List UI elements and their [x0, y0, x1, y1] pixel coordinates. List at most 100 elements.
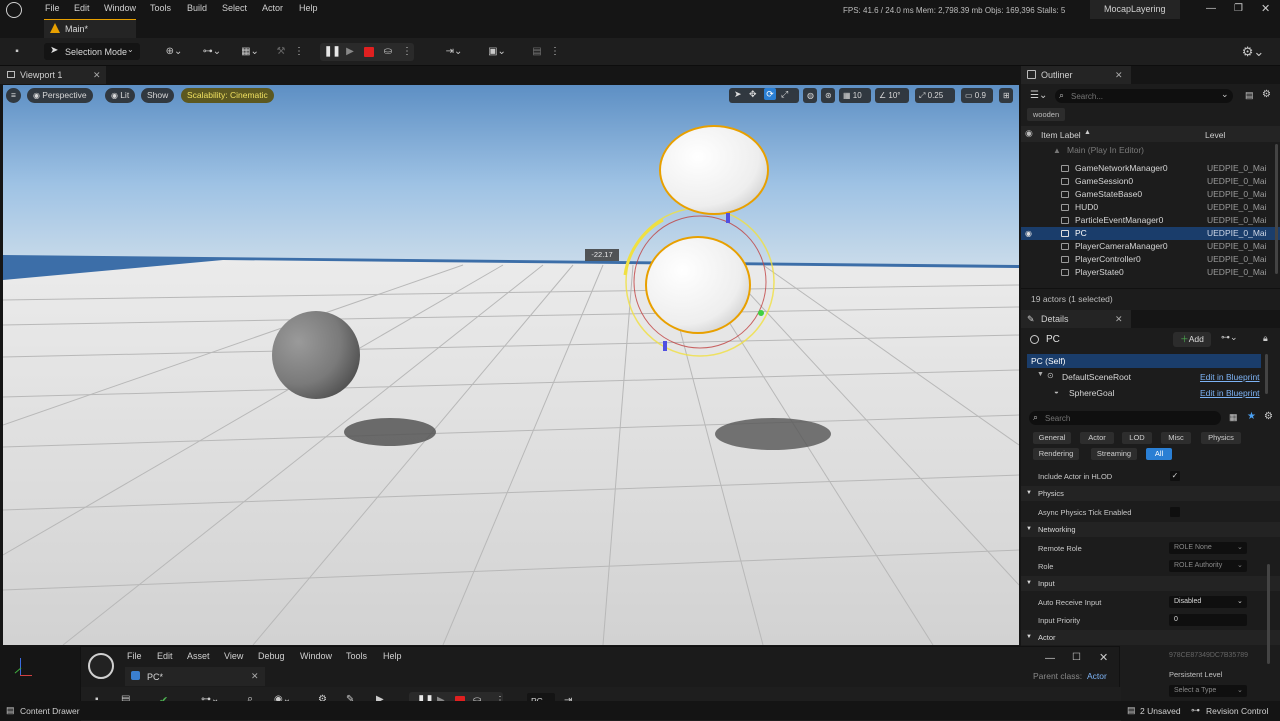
table-row[interactable]: GameSession0 UEDPIE_0_Main: [1021, 175, 1280, 188]
close-tab-icon[interactable]: ✕: [1115, 66, 1123, 84]
parent-class-value[interactable]: Actor: [1087, 671, 1107, 681]
table-row-selected[interactable]: ◉ PC UEDPIE_0_Main: [1021, 227, 1280, 240]
table-view-icon[interactable]: ▦: [1229, 412, 1238, 423]
world-local-button[interactable]: ◍: [803, 88, 817, 103]
perspective-button[interactable]: ◉ Perspective: [27, 88, 93, 103]
input-priority-field[interactable]: 0: [1169, 614, 1247, 626]
save-icon[interactable]: ▪: [9, 44, 25, 60]
details-settings-icon[interactable]: ⚙: [1264, 411, 1273, 422]
table-row[interactable]: HUD0 UEDPIE_0_Main: [1021, 201, 1280, 214]
selection-mode-button[interactable]: ➤ Selection Mode ⌄: [44, 43, 140, 60]
table-row[interactable]: ParticleEventManager0 UEDPIE_0_Main: [1021, 214, 1280, 227]
scale-tool-icon[interactable]: ⤢: [781, 89, 788, 100]
minimize-icon[interactable]: —: [1206, 3, 1216, 14]
lit-button[interactable]: ◉ Lit: [105, 88, 136, 103]
eye-icon[interactable]: ◉: [1025, 128, 1033, 139]
play-options-icon[interactable]: ⋮: [402, 44, 412, 60]
close-window-icon[interactable]: ✕: [1261, 2, 1270, 15]
bp-menu-window[interactable]: Window: [300, 651, 332, 661]
edit-in-blueprint-link[interactable]: Edit in Blueprint: [1200, 372, 1260, 382]
table-row[interactable]: GameNetworkManager0 UEDPIE_0_Main: [1021, 162, 1280, 175]
show-button[interactable]: Show: [141, 88, 175, 103]
close-tab-icon[interactable]: ✕: [251, 671, 259, 682]
unreal-logo-icon[interactable]: [6, 2, 22, 18]
edit-in-blueprint-link[interactable]: Edit in Blueprint: [1200, 388, 1260, 398]
bp-tab[interactable]: PC* ✕: [125, 667, 265, 686]
col-level[interactable]: Level: [1205, 130, 1225, 140]
actor-category[interactable]: ▼ Actor: [1021, 630, 1280, 645]
close-tab-icon[interactable]: ✕: [1115, 310, 1123, 328]
outliner-scrollbar[interactable]: [1275, 144, 1278, 274]
visibility-eye-icon[interactable]: ◉: [1025, 227, 1032, 240]
close-tab-icon[interactable]: ✕: [93, 66, 101, 84]
grid-snap-button[interactable]: ▦ 10: [839, 88, 871, 103]
surface-snap-button[interactable]: ⊛: [821, 88, 835, 103]
menu-help[interactable]: Help: [299, 3, 318, 13]
details-search[interactable]: ⌕: [1029, 411, 1221, 425]
component-row[interactable]: ◒ SphereGoal Edit in Blueprint: [1027, 386, 1261, 400]
bp-menu-file[interactable]: File: [127, 651, 142, 661]
pawn-head-sphere[interactable]: [659, 125, 769, 215]
include-hlod-checkbox[interactable]: ✓: [1170, 471, 1180, 481]
gizmo-handle-blue-2[interactable]: [663, 341, 667, 351]
bp-restore-icon[interactable]: ☐: [1072, 652, 1081, 663]
level-tab[interactable]: Main*: [44, 19, 136, 38]
networking-category[interactable]: ▼ Networking: [1021, 522, 1280, 537]
table-row[interactable]: PlayerCameraManager0 UEDPIE_0_Main: [1021, 240, 1280, 253]
tab-details[interactable]: ✎ Details ✕: [1021, 310, 1131, 328]
scale-snap-button[interactable]: ⤢ 0.25: [915, 88, 955, 103]
outliner-search[interactable]: ⌕ ⌄: [1055, 89, 1233, 103]
build-icon[interactable]: ⚒: [274, 44, 288, 60]
menu-file[interactable]: File: [45, 3, 60, 13]
physics-category[interactable]: ▼ Physics: [1021, 486, 1280, 501]
menu-window[interactable]: Window: [104, 3, 136, 13]
select-tool-icon[interactable]: ➤: [734, 89, 742, 100]
viewport-options-button[interactable]: ≡: [6, 88, 21, 103]
filter-physics[interactable]: Physics: [1201, 432, 1241, 444]
bp-minimize-icon[interactable]: —: [1045, 653, 1055, 664]
component-row[interactable]: ▼ ⊙ DefaultSceneRoot Edit in Blueprint: [1027, 370, 1261, 384]
lock-icon[interactable]: 🔒︎: [1263, 333, 1268, 344]
camera-speed-button[interactable]: ▭ 0.9: [961, 88, 993, 103]
blueprint-options-icon[interactable]: ⊶⌄: [1221, 332, 1238, 343]
scalability-button[interactable]: Scalability: Cinematic: [181, 88, 274, 103]
table-row[interactable]: PlayerState0 UEDPIE_0_Main: [1021, 266, 1280, 279]
async-physics-checkbox[interactable]: [1170, 507, 1180, 517]
bp-close-icon[interactable]: ✕: [1099, 651, 1108, 664]
rotate-tool-icon[interactable]: ⟳: [764, 88, 776, 100]
eject-icon[interactable]: ⛀: [380, 44, 396, 60]
bp-menu-asset[interactable]: Asset: [187, 651, 210, 661]
filter-misc[interactable]: Misc: [1161, 432, 1191, 444]
menu-select[interactable]: Select: [222, 3, 247, 13]
settings-icon[interactable]: ⚙: [1262, 89, 1271, 100]
gizmo-handle-blue-1[interactable]: [726, 213, 730, 223]
tab-viewport[interactable]: Viewport 1 ✕: [0, 66, 106, 84]
menu-tools[interactable]: Tools: [150, 3, 171, 13]
pause-icon[interactable]: ❚❚: [324, 44, 341, 60]
filter-lod[interactable]: LOD: [1122, 432, 1152, 444]
menu-edit[interactable]: Edit: [74, 3, 90, 13]
input-category[interactable]: ▼ Input: [1021, 576, 1280, 591]
unsaved-button[interactable]: 2 Unsaved: [1140, 706, 1181, 716]
menu-build[interactable]: Build: [187, 3, 207, 13]
level-viewport[interactable]: ≡ ◉ Perspective ◉ Lit Show Scalability: …: [3, 85, 1019, 645]
filter-chip[interactable]: wooden: [1027, 108, 1065, 121]
add-content-icon[interactable]: ⊕⌄: [162, 44, 186, 60]
filter-rendering[interactable]: Rendering: [1033, 448, 1079, 460]
filter-icon[interactable]: ☰⌄: [1030, 90, 1047, 101]
restore-icon[interactable]: ❐: [1234, 3, 1243, 14]
settings-toolbar-icon[interactable]: ▣⌄: [485, 44, 509, 60]
folder-icon[interactable]: ▤: [1245, 90, 1254, 101]
toolbar-more-icon[interactable]: ⋮: [550, 44, 560, 60]
expand-icon[interactable]: ▼: [1037, 371, 1044, 378]
gear-icon[interactable]: ⚙⌄: [1240, 44, 1266, 60]
bp-menu-debug[interactable]: Debug: [258, 651, 285, 661]
auto-receive-select[interactable]: Disabled ⌄: [1169, 596, 1247, 608]
favorites-star-icon[interactable]: ★: [1247, 411, 1256, 422]
stop-icon[interactable]: [364, 47, 374, 57]
details-scrollbar[interactable]: [1267, 564, 1270, 664]
add-component-button[interactable]: ＋Add: [1173, 332, 1211, 347]
tab-outliner[interactable]: Outliner ✕: [1021, 66, 1131, 84]
bp-menu-tools[interactable]: Tools: [346, 651, 367, 661]
content-drawer-button[interactable]: Content Drawer: [20, 706, 80, 716]
